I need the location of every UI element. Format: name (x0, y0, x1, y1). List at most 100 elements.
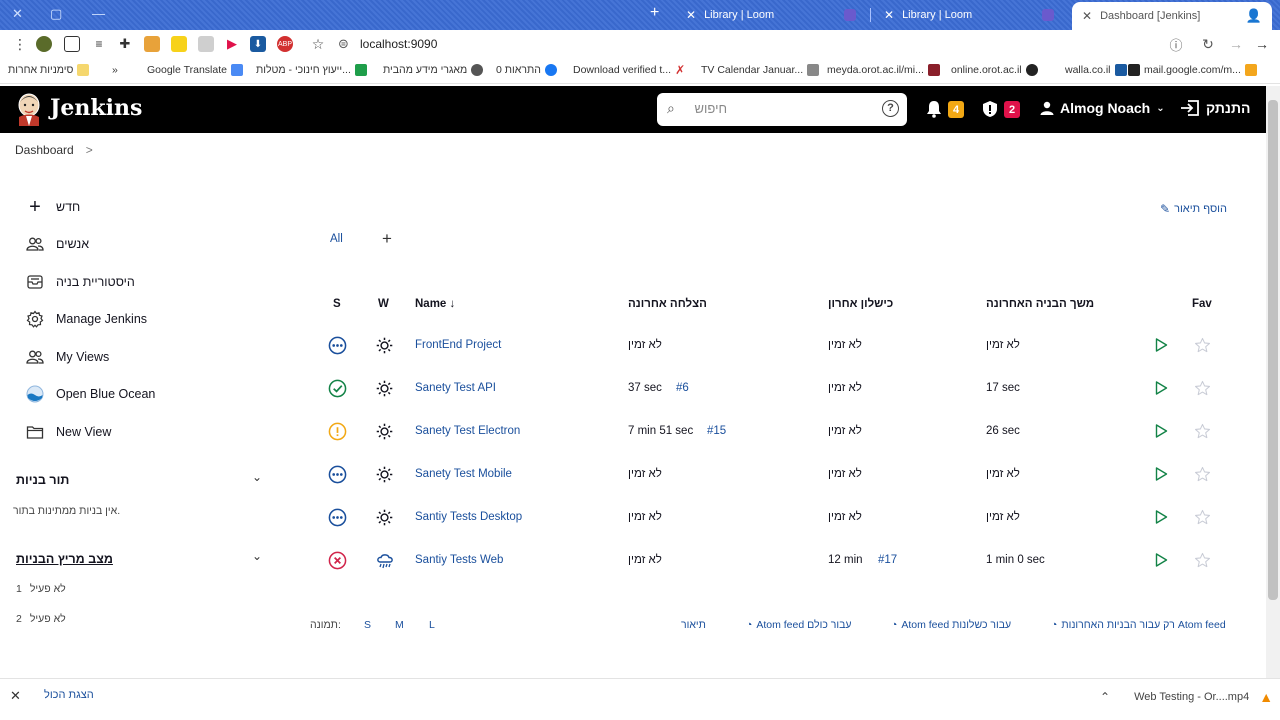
job-name-link[interactable]: Santiy Tests Web (415, 554, 503, 566)
sidebar-item-people[interactable]: אנשים (26, 235, 89, 253)
scrollbar-thumb[interactable] (1268, 100, 1278, 600)
add-view-button[interactable]: + (382, 229, 392, 249)
legend-link[interactable]: תיאור (681, 619, 706, 631)
back-icon[interactable]: → (1254, 36, 1270, 52)
feed-latest-link[interactable]: ◔ רק עבור הבניות האחרונות Atom feed (1051, 619, 1226, 631)
site-info-icon[interactable]: ⊜ (338, 36, 349, 52)
profile-avatar-icon[interactable] (36, 36, 52, 52)
job-name-link[interactable]: Sanety Test API (415, 382, 496, 394)
bookmark-facebook[interactable]: 0 התראות (496, 64, 557, 76)
feed-all-link[interactable]: ◔ Atom feed עבור כולם (746, 619, 851, 631)
bookmark-meyda[interactable]: meyda.orot.ac.il/mi... (827, 64, 940, 76)
breadcrumb-dashboard[interactable]: Dashboard (15, 143, 74, 157)
jenkins-title[interactable]: Jenkins (50, 95, 142, 121)
url-text[interactable]: localhost:9090 (360, 37, 437, 51)
column-last-success[interactable]: הצלחה אחרונה (628, 298, 707, 310)
reload-icon[interactable]: ↻ (1200, 36, 1216, 52)
column-last-failure[interactable]: כישלון אחרון (828, 298, 893, 310)
bookmark-yeutz[interactable]: ייעוץ חינוכי - מטלות... (256, 64, 367, 76)
status-failed-icon[interactable] (328, 551, 347, 570)
sidebar-item-build-history[interactable]: היסטוריית בניה (26, 273, 135, 291)
column-fav[interactable]: Fav (1192, 298, 1212, 310)
tab-loom-1[interactable]: ✕ Library | Loom (676, 2, 866, 28)
add-description-link[interactable]: ✎ הוסף תיאור (1160, 202, 1227, 216)
bookmark-other[interactable]: סימניות אחרות (8, 64, 90, 76)
tab-close-icon[interactable]: ✕ (1082, 9, 1092, 23)
bell-icon[interactable] (926, 100, 942, 118)
adblock-icon[interactable]: ABP (277, 36, 293, 52)
icon-size-s[interactable]: S (364, 619, 371, 631)
job-name-link[interactable]: Sanety Test Electron (415, 425, 520, 437)
window-close-icon[interactable]: ✕ (12, 6, 23, 22)
favorite-star-icon[interactable] (1194, 423, 1211, 439)
favorite-star-icon[interactable] (1194, 466, 1211, 482)
status-not-built-icon[interactable] (328, 336, 347, 355)
weather-sunny-icon[interactable] (375, 422, 393, 440)
close-icon[interactable]: ✕ (10, 688, 21, 704)
info-icon[interactable]: ⓘ (1168, 36, 1184, 53)
status-not-built-icon[interactable] (328, 465, 347, 484)
schedule-build-icon[interactable] (1154, 553, 1168, 567)
weather-sunny-icon[interactable] (375, 508, 393, 526)
favorite-star-icon[interactable] (1194, 337, 1211, 353)
feed-failures-link[interactable]: ◔ Atom feed עבור כשלונות (891, 619, 1011, 631)
schedule-build-icon[interactable] (1154, 381, 1168, 395)
job-name-link[interactable]: FrontEnd Project (415, 339, 501, 351)
window-minimize-icon[interactable]: — (92, 6, 105, 21)
sidebar-icon[interactable] (64, 36, 80, 52)
new-tab-button[interactable]: + (650, 4, 659, 22)
jenkins-logo-icon[interactable] (16, 92, 42, 126)
icon-size-l[interactable]: L (429, 619, 435, 631)
bookmark-online-orot[interactable]: online.orot.ac.il (951, 64, 1038, 76)
tab-all[interactable]: All (330, 233, 343, 245)
sidebar-item-new-view[interactable]: New View (26, 423, 111, 441)
extension-icon[interactable] (171, 36, 187, 52)
tab-close-icon[interactable]: ✕ (686, 8, 696, 22)
column-status[interactable]: S (333, 298, 341, 310)
tab-close-icon[interactable]: ✕ (884, 8, 894, 22)
window-restore-icon[interactable]: ▢ (50, 6, 62, 22)
bookmark-tv-calendar[interactable]: TV Calendar Januar... (701, 64, 820, 76)
security-badge[interactable]: 2 (1004, 101, 1020, 118)
bookmark-download[interactable]: Download verified t... ✗ (573, 64, 687, 76)
status-success-icon[interactable] (328, 379, 347, 398)
sidebar-item-new[interactable]: + חדש (26, 196, 80, 218)
favorite-star-icon[interactable] (1194, 552, 1211, 568)
bookmark-maagarei[interactable]: מאגרי מידע מהבית (383, 64, 484, 76)
bookmark-google-translate[interactable]: Google Translate (147, 64, 243, 76)
build-number-link[interactable]: #15 (707, 425, 726, 437)
tab-loom-2[interactable]: ✕ Library | Loom (874, 2, 1064, 28)
favorite-star-icon[interactable] (1194, 509, 1211, 525)
schedule-build-icon[interactable] (1154, 424, 1168, 438)
weather-sunny-icon[interactable] (375, 465, 393, 483)
chevron-down-icon[interactable]: ⌄ (252, 470, 262, 484)
schedule-build-icon[interactable] (1154, 467, 1168, 481)
extension-icon[interactable] (144, 36, 160, 52)
schedule-build-icon[interactable] (1154, 510, 1168, 524)
breadcrumb-chevron-icon[interactable]: > (86, 143, 93, 157)
user-menu[interactable]: Almog Noach ⌄ (1040, 100, 1165, 116)
notifications-badge[interactable]: 4 (948, 101, 964, 118)
chevron-down-icon[interactable]: ⌄ (252, 549, 262, 563)
favorite-star-icon[interactable] (1194, 380, 1211, 396)
status-unstable-icon[interactable] (328, 422, 347, 441)
weather-sunny-icon[interactable] (375, 379, 393, 397)
play-extension-icon[interactable]: ▶ (224, 36, 240, 52)
status-not-built-icon[interactable] (328, 508, 347, 527)
weather-sunny-icon[interactable] (375, 336, 393, 354)
weather-rain-icon[interactable] (375, 551, 393, 569)
column-last-duration[interactable]: משך הבניה האחרונה (986, 298, 1094, 310)
download-extension-icon[interactable]: ⬇ (250, 36, 266, 52)
extension-icon[interactable] (198, 36, 214, 52)
tab-jenkins-dashboard[interactable]: ✕ Dashboard [Jenkins] 👤 (1072, 2, 1272, 30)
sidebar-item-my-views[interactable]: My Views (26, 348, 109, 366)
search-input[interactable]: חיפוש (695, 101, 727, 116)
sidebar-item-blue-ocean[interactable]: Open Blue Ocean (26, 385, 155, 403)
extensions-icon[interactable]: ✚ (117, 36, 133, 52)
sidebar-item-manage-jenkins[interactable]: Manage Jenkins (26, 310, 147, 328)
build-number-link[interactable]: #17 (878, 554, 897, 566)
bookmark-star-icon[interactable]: ☆ (310, 36, 326, 52)
build-number-link[interactable]: #6 (676, 382, 689, 394)
build-queue-title[interactable]: תור בניות (16, 473, 69, 487)
schedule-build-icon[interactable] (1154, 338, 1168, 352)
